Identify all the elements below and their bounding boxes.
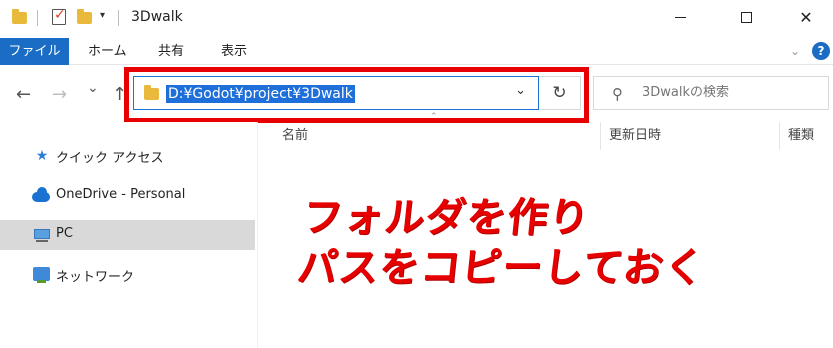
minimize-icon: [674, 16, 686, 18]
back-icon[interactable]: ←: [16, 84, 31, 105]
annotation-text: フォルダを作り パスをコピーしておく: [295, 193, 713, 293]
properties-check-icon[interactable]: ✓: [52, 7, 66, 25]
recent-locations-icon[interactable]: ⌄: [87, 80, 99, 96]
forward-icon[interactable]: →: [52, 84, 67, 105]
maximize-icon: [740, 11, 752, 23]
computer-base: [36, 240, 48, 242]
search-input[interactable]: [642, 85, 822, 100]
search-box[interactable]: ⚲: [593, 76, 829, 110]
tab-file[interactable]: ファイル: [0, 38, 69, 65]
network-icon: [33, 267, 50, 283]
computer-icon: [34, 229, 50, 239]
title-bar: ✓ ▾ 3Dwalk ✕: [0, 0, 833, 34]
close-button[interactable]: ✕: [783, 0, 829, 34]
sidebar-item-label: ネットワーク: [56, 270, 135, 285]
maximize-button[interactable]: [723, 0, 769, 34]
star-icon: ★: [35, 148, 49, 164]
folder-icon: [12, 9, 27, 24]
column-separator[interactable]: [779, 122, 780, 150]
sidebar-item-label: OneDrive - Personal: [56, 187, 186, 202]
column-header-modified[interactable]: 更新日時: [609, 122, 661, 150]
new-folder-icon[interactable]: [77, 9, 92, 24]
column-header-name[interactable]: 名前: [282, 122, 308, 150]
search-icon: ⚲: [612, 85, 623, 103]
column-separator[interactable]: [600, 122, 601, 150]
minimize-button[interactable]: [657, 0, 703, 34]
annotation-line-1: フォルダを作り: [300, 195, 593, 241]
title-separator: [37, 10, 38, 26]
address-highlight-box: [124, 67, 589, 123]
annotation-line-2: パスをコピーしておく: [294, 245, 708, 291]
tab-view[interactable]: 表示: [207, 38, 261, 65]
tab-share[interactable]: 共有: [144, 38, 198, 65]
quick-access-dropdown-icon[interactable]: ▾: [100, 10, 105, 21]
sidebar-item-label: PC: [56, 226, 73, 241]
tab-home[interactable]: ホーム: [74, 38, 141, 65]
sidebar-item-quick-access[interactable]: ★ クイック アクセス: [0, 141, 255, 171]
navigation-pane: ★ クイック アクセス OneDrive - Personal PC ネットワー…: [0, 122, 258, 348]
expand-ribbon-icon[interactable]: ⌄: [790, 44, 800, 58]
sidebar-item-label: クイック アクセス: [56, 151, 164, 166]
help-icon[interactable]: ?: [812, 42, 830, 60]
sidebar-item-onedrive[interactable]: OneDrive - Personal: [0, 181, 255, 211]
sidebar-item-network[interactable]: ネットワーク: [0, 260, 255, 290]
sort-caret-icon: ⌃: [430, 112, 438, 122]
cloud-icon: [32, 187, 50, 202]
title-separator: [118, 10, 119, 26]
close-icon: ✕: [799, 7, 813, 27]
column-header-type[interactable]: 種類: [788, 122, 814, 150]
window-title: 3Dwalk: [131, 9, 183, 25]
ribbon-tabs: ファイル ホーム 共有 表示 ⌄ ?: [0, 38, 833, 65]
sidebar-item-pc[interactable]: PC: [0, 220, 255, 250]
